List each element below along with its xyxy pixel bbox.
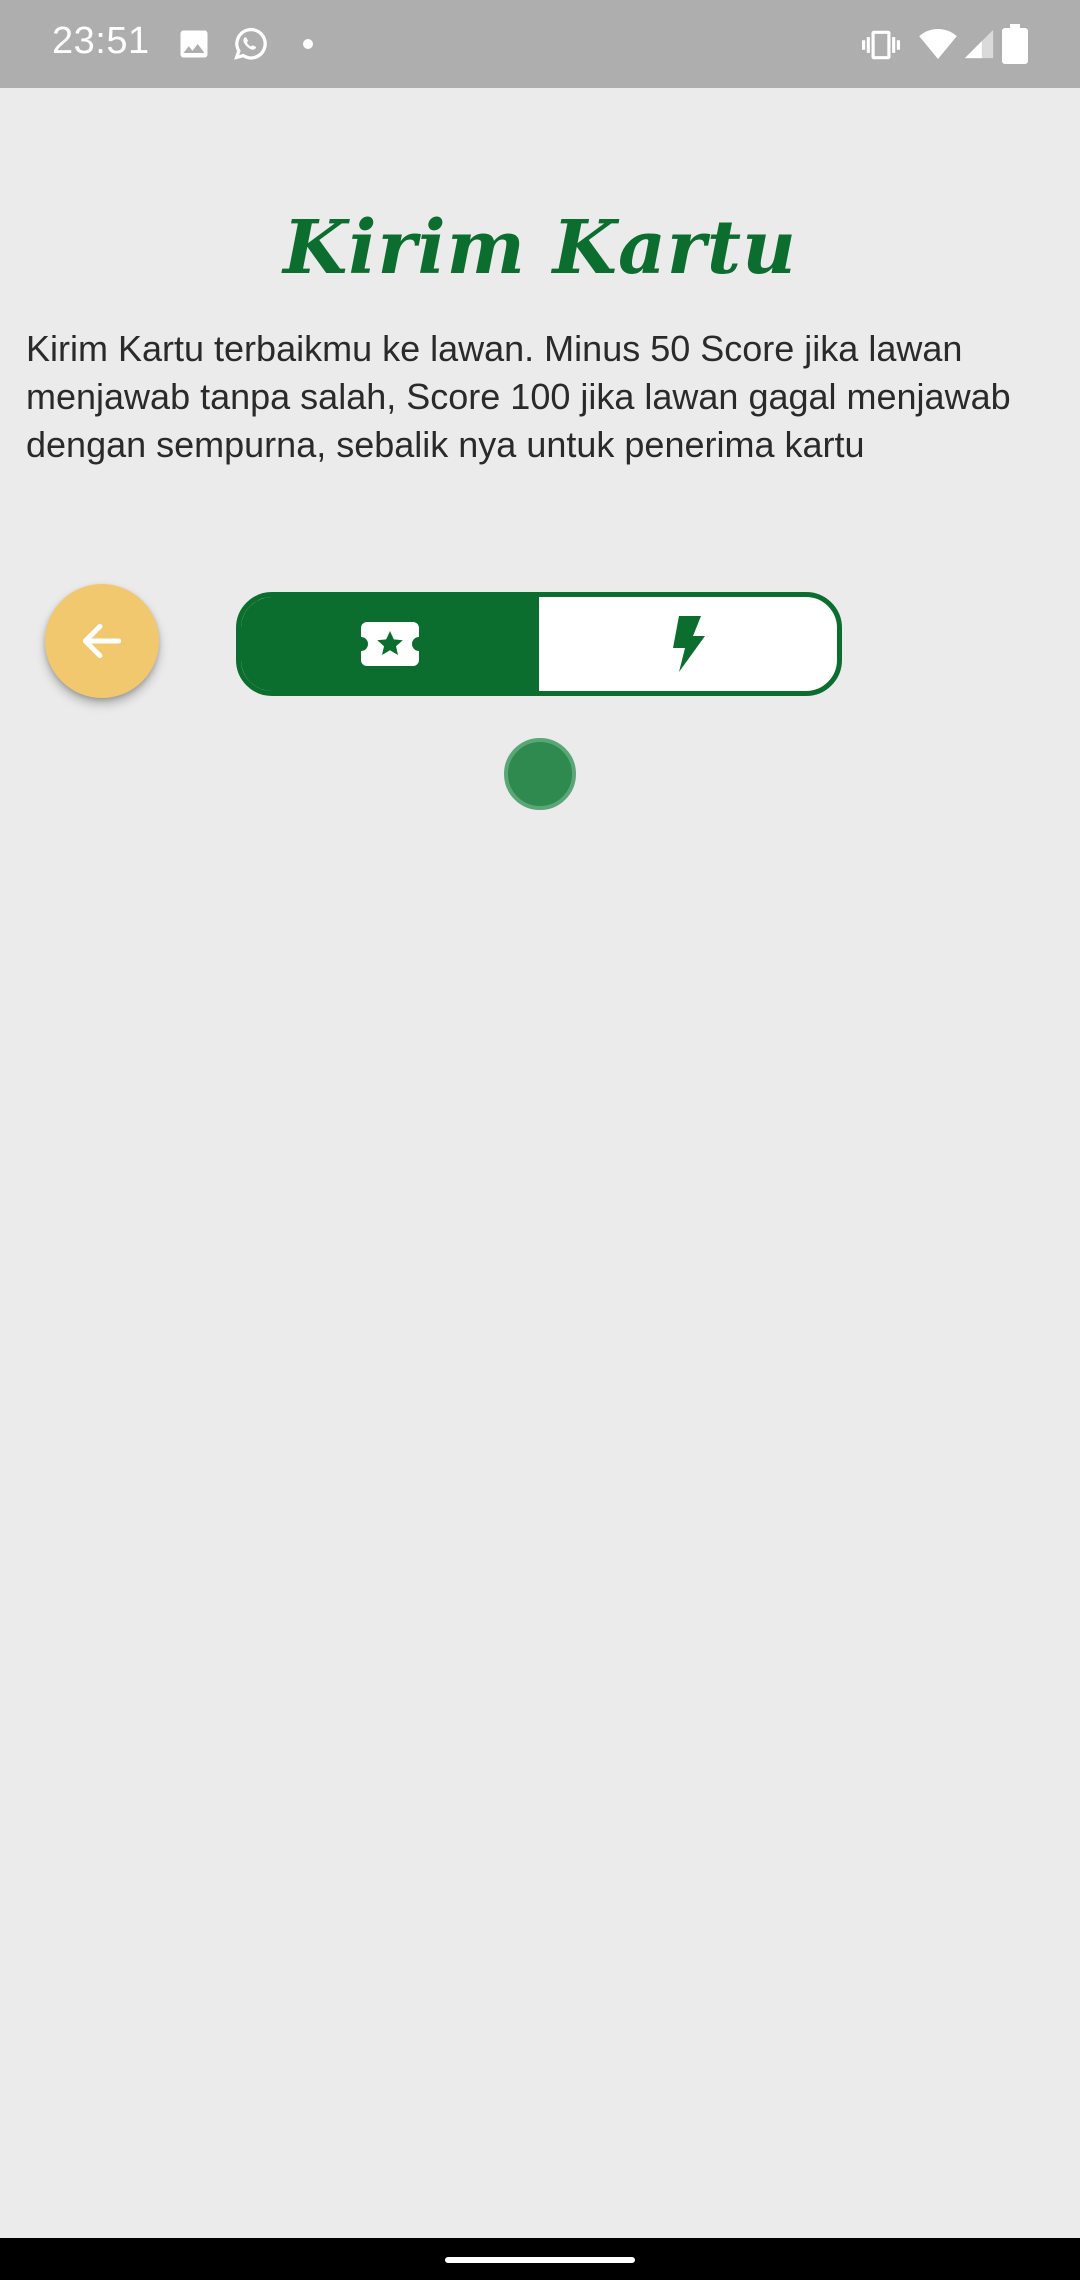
loading-indicator <box>504 738 576 810</box>
back-button[interactable] <box>45 584 159 698</box>
card-type-toggle <box>236 592 842 696</box>
dot-icon <box>303 39 313 49</box>
vibrate-icon <box>862 30 900 60</box>
toggle-ticket[interactable] <box>241 597 539 691</box>
whatsapp-icon <box>234 27 267 60</box>
page-title: Kirim Kartu <box>283 205 797 291</box>
status-bar: 23:51 <box>0 0 1080 88</box>
home-gesture-pill[interactable] <box>445 2257 635 2263</box>
description-text: Kirim Kartu terbaikmu ke lawan. Minus 50… <box>26 328 1011 465</box>
toggle-lightning[interactable] <box>539 597 837 691</box>
navigation-bar <box>0 2238 1080 2280</box>
ticket-star-icon <box>361 622 419 666</box>
image-icon <box>180 30 208 58</box>
battery-icon <box>1002 24 1028 64</box>
wifi-icon <box>919 29 957 59</box>
lightning-icon <box>673 616 705 672</box>
arrow-left-icon <box>82 623 122 659</box>
status-time: 23:51 <box>52 20 150 62</box>
signal-icon <box>964 29 994 59</box>
